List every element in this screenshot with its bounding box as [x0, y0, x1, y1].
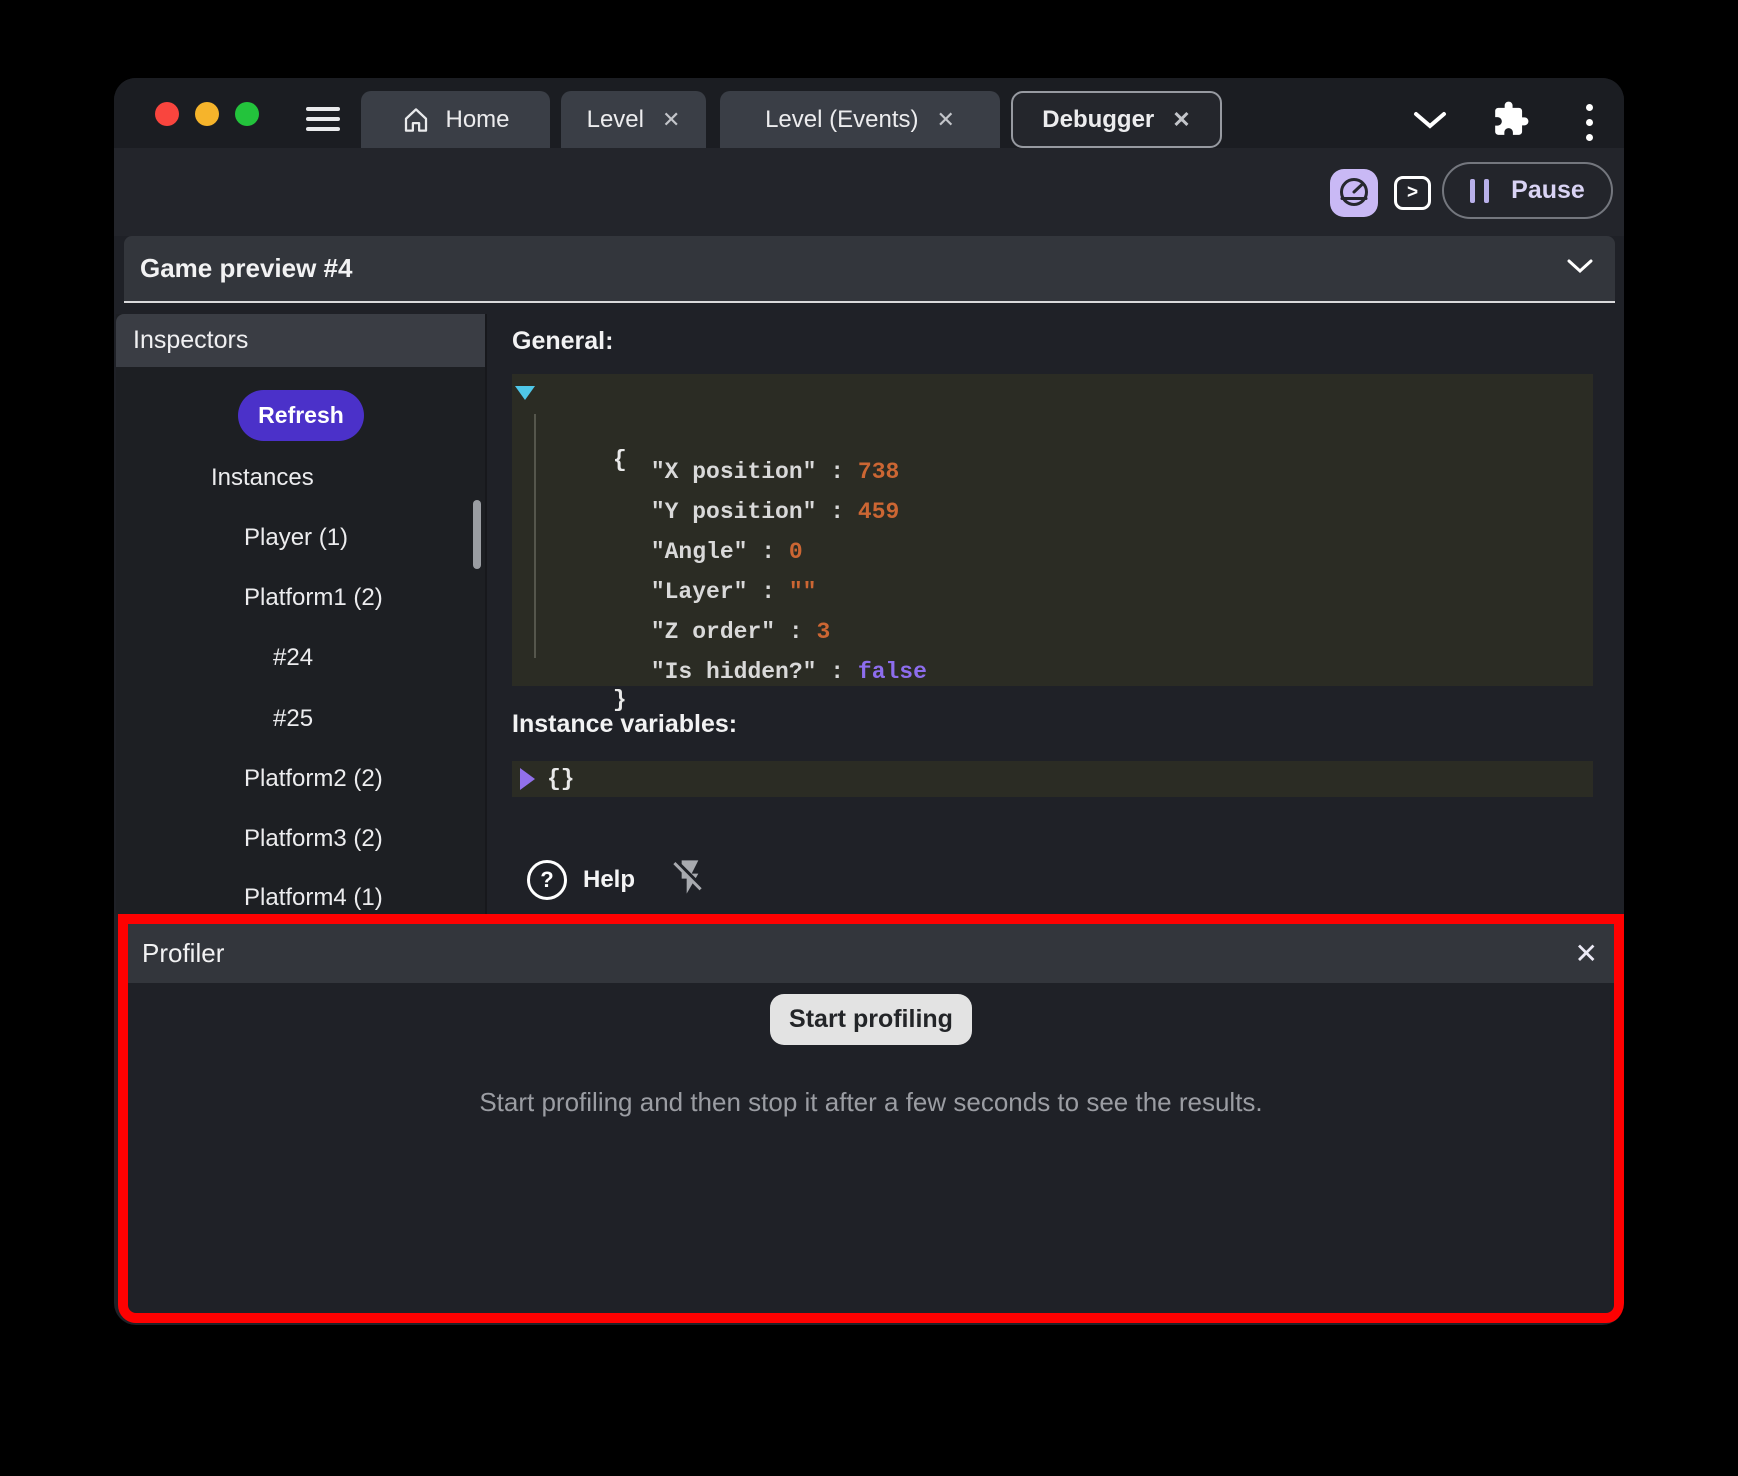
tab-level[interactable]: Level ✕	[561, 91, 706, 148]
hamburger-menu-icon[interactable]	[306, 107, 340, 133]
tab-level-close-icon[interactable]: ✕	[662, 109, 680, 131]
tab-level-events-close-icon[interactable]: ✕	[936, 109, 954, 131]
sidebar-scrollbar-thumb[interactable]	[473, 500, 481, 569]
minimize-window-button[interactable]	[195, 102, 219, 126]
instance-variables-value: {}	[547, 766, 575, 792]
profiler-speedometer-icon[interactable]	[1330, 169, 1378, 217]
tab-level-events-label: Level (Events)	[765, 106, 918, 134]
profiler-body: Start profiling Start profiling and then…	[128, 983, 1614, 1313]
tab-debugger[interactable]: Debugger ✕	[1011, 91, 1222, 148]
app-window: Home Level ✕ Level (Events) ✕ Debugger ✕	[114, 78, 1624, 1325]
game-preview-title: Game preview #4	[140, 253, 352, 284]
pause-button[interactable]: Pause	[1442, 162, 1613, 219]
open-brace: {	[613, 447, 627, 473]
extensions-puzzle-icon[interactable]	[1492, 100, 1530, 143]
tab-debugger-label: Debugger	[1042, 106, 1154, 134]
general-json-view: { "X position" : 738 "Y position" : 459 …	[512, 374, 1593, 686]
instance-variables-label: Instance variables:	[512, 710, 737, 739]
console-terminal-icon[interactable]: >	[1394, 176, 1431, 210]
inspectors-header-label: Inspectors	[133, 326, 248, 355]
maximize-window-button[interactable]	[235, 102, 259, 126]
chevron-down-icon[interactable]	[1412, 110, 1448, 135]
tree-item-instances[interactable]: Instances	[116, 461, 485, 495]
home-icon	[401, 105, 431, 135]
question-mark-icon: ?	[527, 860, 567, 900]
refresh-button[interactable]: Refresh	[238, 390, 364, 441]
json-entry-x-position: "X position" : 738	[512, 412, 1593, 452]
general-section-label: General:	[512, 327, 613, 356]
tab-debugger-close-icon[interactable]: ✕	[1172, 109, 1190, 131]
inspectors-sidebar: Inspectors Refresh Instances Player (1) …	[116, 314, 487, 914]
start-profiling-button[interactable]: Start profiling	[770, 994, 972, 1045]
pause-button-label: Pause	[1511, 176, 1585, 205]
help-button[interactable]: ? Help	[527, 860, 635, 900]
collapse-triangle-icon[interactable]	[515, 386, 535, 400]
expand-triangle-icon[interactable]	[520, 768, 535, 790]
indent-guide-line	[534, 414, 536, 658]
game-preview-accordion[interactable]: Game preview #4	[124, 236, 1615, 303]
profiler-header: Profiler ✕	[128, 924, 1614, 983]
titlebar: Home Level ✕ Level (Events) ✕ Debugger ✕	[114, 78, 1624, 148]
tree-item-instance-24[interactable]: #24	[116, 641, 485, 675]
tree-item-platform4[interactable]: Platform4 (1)	[116, 881, 485, 915]
accordion-chevron-down-icon[interactable]	[1567, 259, 1593, 279]
profiler-close-icon[interactable]: ✕	[1575, 940, 1598, 968]
json-close-line: }	[512, 652, 1593, 684]
tab-home[interactable]: Home	[361, 91, 550, 148]
tree-item-platform2[interactable]: Platform2 (2)	[116, 762, 485, 796]
terminal-prompt-glyph: >	[1407, 182, 1418, 204]
profiler-hint-text: Start profiling and then stop it after a…	[128, 1087, 1614, 1118]
tree-item-platform3[interactable]: Platform3 (2)	[116, 822, 485, 856]
tab-level-label: Level	[587, 106, 644, 134]
instance-variables-view: {}	[512, 761, 1593, 797]
debugger-toolbar: > Pause	[114, 148, 1624, 236]
tab-level-events[interactable]: Level (Events) ✕	[720, 91, 1000, 148]
json-root-line: {	[512, 380, 1593, 412]
help-button-label: Help	[583, 866, 635, 894]
tree-item-player[interactable]: Player (1)	[116, 521, 485, 555]
flash-off-icon[interactable]	[670, 857, 710, 902]
profiler-panel: Profiler ✕ Start profiling Start profili…	[118, 914, 1624, 1323]
tree-item-platform1[interactable]: Platform1 (2)	[116, 581, 485, 615]
more-options-kebab-icon[interactable]	[1580, 102, 1598, 146]
profiler-title: Profiler	[142, 938, 224, 969]
close-window-button[interactable]	[155, 102, 179, 126]
tree-item-instance-25[interactable]: #25	[116, 702, 485, 736]
pause-icon	[1470, 179, 1489, 203]
tab-home-label: Home	[445, 106, 509, 134]
inspectors-header: Inspectors	[116, 314, 485, 367]
